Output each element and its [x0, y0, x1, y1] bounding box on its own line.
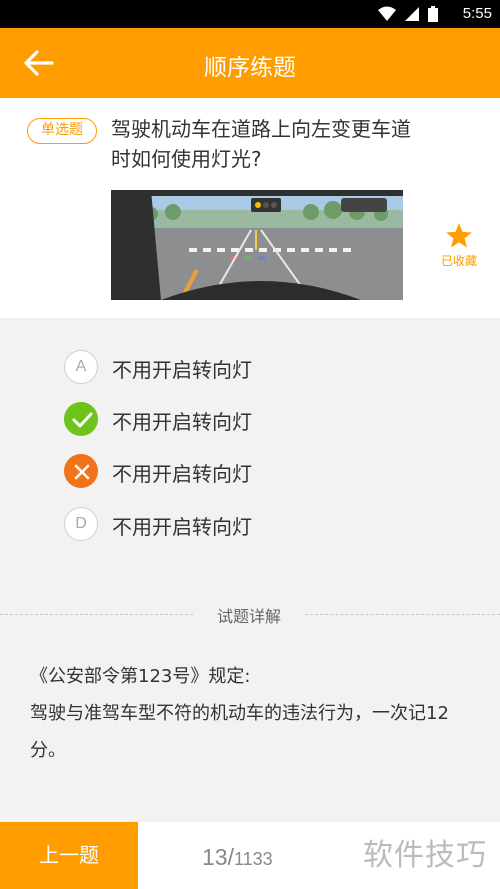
- option-d-text: 不用开启转向灯: [112, 515, 252, 539]
- explanation-title: 试题详解: [216, 607, 281, 626]
- watermark-text: 软件技巧: [350, 834, 500, 882]
- current-question-number: 13: [202, 844, 228, 870]
- explanation-line-2: 驾驶与准驾车型不符的机动车的违法行为，一次记12分。: [30, 703, 449, 761]
- page-title: 顺序练题: [204, 55, 296, 81]
- question-text: 驾驶机动车在道路上向左变更车道时如何使用灯光?: [111, 117, 411, 171]
- option-d[interactable]: D 不用开启转向灯: [64, 507, 364, 543]
- wifi-icon: [378, 6, 396, 21]
- question-image: [111, 190, 403, 300]
- divider-line-right: [305, 614, 500, 615]
- option-a-letter: A: [64, 350, 98, 384]
- app-bar: 顺序练题: [0, 28, 500, 98]
- status-time: 5:55: [462, 5, 492, 22]
- option-d-letter: D: [64, 507, 98, 541]
- star-icon: [446, 223, 472, 248]
- explanation-body: 《公安部令第123号》规定: 驾驶与准驾车型不符的机动车的违法行为，一次记12分…: [30, 658, 480, 769]
- total-question-count: 1133: [233, 849, 273, 869]
- favorite-button[interactable]: 已收藏: [434, 222, 484, 269]
- favorite-label: 已收藏: [440, 254, 477, 268]
- explanation-line-1: 《公安部令第123号》规定:: [30, 666, 251, 687]
- correct-check-icon: [64, 402, 98, 436]
- question-counter: 13/1133: [202, 844, 273, 871]
- question-type-badge: 单选题: [27, 118, 97, 144]
- option-b-text: 不用开启转向灯: [112, 410, 252, 434]
- bottom-bar: 上一题 13/1133 软件技巧: [0, 822, 500, 889]
- option-c[interactable]: 不用开启转向灯: [64, 454, 364, 490]
- explanation-divider: 试题详解: [0, 600, 500, 630]
- wrong-cross-icon: [64, 454, 98, 488]
- option-a[interactable]: A 不用开启转向灯: [64, 350, 364, 386]
- status-bar: 5:55: [0, 0, 500, 28]
- signal-icon: [405, 7, 419, 21]
- previous-question-button[interactable]: 上一题: [0, 822, 138, 889]
- divider-line-left: [0, 614, 193, 615]
- battery-icon: [428, 6, 438, 22]
- question-card: 单选题 驾驶机动车在道路上向左变更车道时如何使用灯光? 已收藏: [0, 98, 500, 318]
- status-icons: [378, 6, 438, 22]
- option-a-text: 不用开启转向灯: [112, 358, 252, 382]
- option-b[interactable]: 不用开启转向灯: [64, 402, 364, 438]
- option-c-text: 不用开启转向灯: [112, 462, 252, 486]
